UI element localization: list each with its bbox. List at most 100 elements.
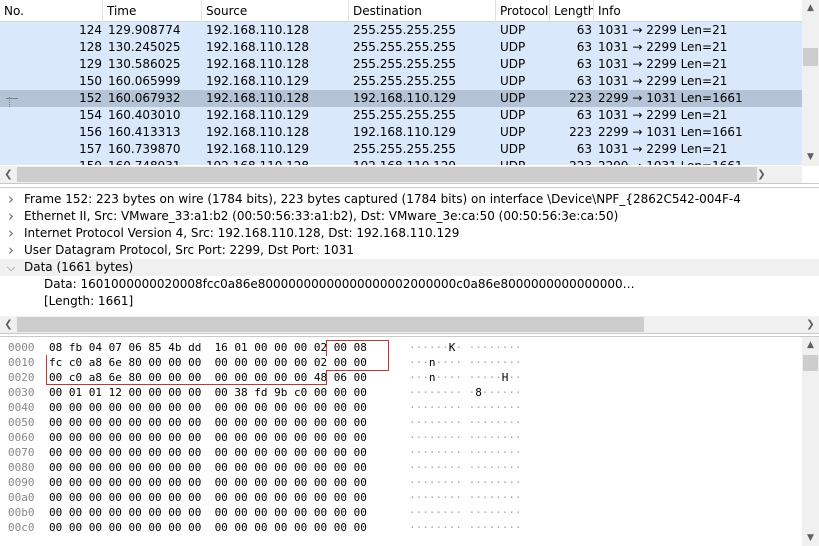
row-time: 160.413313 [108,125,181,139]
scroll-down-icon[interactable]: ▼ [802,149,819,166]
column-header-source[interactable]: Source [202,0,349,22]
column-header-destination[interactable]: Destination [349,0,496,22]
column-header-info[interactable]: Info [594,0,802,22]
scrollbar-thumb[interactable] [17,317,644,332]
scroll-right-icon[interactable]: ❯ [802,316,819,333]
packet-row[interactable]: 157 160.739870 192.168.110.129 255.255.255.… [0,141,802,158]
row-info: 2299 → 1031 Len=1661 [598,91,743,105]
packet-list-vscrollbar[interactable]: ▲ ▼ [802,0,819,166]
scroll-down-icon[interactable]: ▼ [802,530,819,546]
hex-bytes[interactable]: 00 00 00 00 00 00 00 00 00 00 00 00 00 0… [49,505,367,520]
row-time: 129.908774 [108,23,181,37]
row-time: 130.586025 [108,57,181,71]
bytes-vscrollbar[interactable]: ▲ ▼ [802,337,819,546]
detail-tree-row[interactable]: Data: 1601000000020008fcc0a86e8000000000… [0,276,819,293]
hex-bytes[interactable]: 00 00 00 00 00 00 00 00 00 00 00 00 00 0… [49,430,367,445]
packet-row[interactable]: 152 160.067932 192.168.110.128 192.168.110.… [0,90,802,157]
detail-tree-row[interactable]: [Length: 1661] [0,293,819,310]
hex-ascii[interactable]: ········ ········ [409,430,522,445]
packet-row[interactable]: 154 160.403010 192.168.110.129 255.255.255.… [0,107,802,124]
chevron-right-icon[interactable]: › [5,191,17,208]
row-length: 223 [569,125,592,139]
packet-row[interactable]: 124 129.908774 192.168.110.128 255.255.255.… [0,22,802,39]
detail-tree-row[interactable]: › Frame 152: 223 bytes on wire (1784 bits… [0,191,819,208]
packet-list-hscrollbar[interactable]: ❮ ❯ [0,166,802,183]
row-info: 1031 → 2299 Len=21 [598,23,728,37]
selected-bytes-outline [326,340,389,356]
hex-ascii[interactable]: ········ ········ [409,415,522,430]
hex-offset: 00a0 [8,491,35,504]
chevron-down-icon[interactable]: ⌵ [5,259,17,276]
column-header-no[interactable]: No. [0,0,103,22]
hex-ascii[interactable]: ········ ········ [409,460,522,475]
hex-bytes[interactable]: 00 01 01 12 00 00 00 00 00 38 fd 9b c0 0… [49,385,367,400]
hex-ascii[interactable]: ···n···· ·····H·· [409,370,522,385]
row-source: 192.168.110.129 [206,108,310,122]
row-info: 1031 → 2299 Len=21 [598,142,728,156]
row-length: 223 [569,91,592,105]
row-destination: 255.255.255.255 [353,23,457,37]
detail-tree-row[interactable]: › Ethernet II, Src: VMware_33:a1:b2 (00:5… [0,208,819,225]
detail-tree-row[interactable]: › User Datagram Protocol, Src Port: 2299,… [0,242,819,259]
scrollbar-thumb[interactable] [803,355,818,371]
hex-ascii[interactable]: ········ ········ [409,490,522,505]
hex-bytes[interactable]: 00 00 00 00 00 00 00 00 00 00 00 00 00 0… [49,400,367,415]
chevron-right-icon[interactable]: › [5,208,17,225]
hex-offset: 0010 [8,356,35,369]
row-source: 192.168.110.129 [206,142,310,156]
row-protocol: UDP [500,125,526,139]
packet-bytes-pane: 0000 08 fb 04 07 06 85 4b dd 16 01 00 00 … [0,336,819,546]
row-source: 192.168.110.128 [206,125,310,139]
hex-bytes[interactable]: 00 00 00 00 00 00 00 00 00 00 00 00 00 0… [49,460,367,475]
hex-ascii[interactable]: ········ ········ [409,400,522,415]
row-destination: 255.255.255.255 [353,74,457,88]
packet-row[interactable]: 129 130.586025 192.168.110.128 255.255.255.… [0,56,802,73]
scrollbar-thumb[interactable] [803,48,818,66]
hex-bytes[interactable]: 00 00 00 00 00 00 00 00 00 00 00 00 00 0… [49,475,367,490]
hex-bytes[interactable]: 00 00 00 00 00 00 00 00 00 00 00 00 00 0… [49,445,367,460]
chevron-right-icon[interactable]: › [5,242,17,259]
packet-row[interactable]: 156 160.413313 192.168.110.128 192.168.110.… [0,124,802,141]
hex-ascii[interactable]: ········ ·8······ [409,385,522,400]
row-protocol: UDP [500,40,526,54]
hex-bytes[interactable]: 00 00 00 00 00 00 00 00 00 00 00 00 00 0… [49,415,367,430]
hex-ascii[interactable]: ······K· ········ [409,340,522,355]
row-no: 129 [79,57,102,71]
packet-row[interactable]: 159 160.748931 192.168.110.128 192.168.110.… [0,158,802,165]
hex-ascii[interactable]: ········ ········ [409,505,522,520]
detail-tree-row[interactable]: › Internet Protocol Version 4, Src: 192.1… [0,225,819,242]
hex-ascii[interactable]: ········ ········ [409,475,522,490]
hex-offset: 0040 [8,401,35,414]
selected-bytes-outline [326,355,389,371]
scroll-right-icon[interactable]: ❯ [753,166,770,183]
row-time: 130.245025 [108,40,181,54]
scroll-up-icon[interactable]: ▲ [802,0,819,17]
scroll-up-icon[interactable]: ▲ [802,337,819,354]
row-destination: 255.255.255.255 [353,57,457,71]
hex-bytes[interactable]: 00 00 00 00 00 00 00 00 00 00 00 00 00 0… [49,490,367,505]
column-header-length[interactable]: Length [550,0,594,22]
row-no: 157 [79,142,102,156]
detail-tree-row[interactable]: ⌵ Data (1661 bytes) [0,259,819,276]
row-time: 160.748931 [107,158,202,165]
row-protocol: UDP [500,57,526,71]
hex-ascii[interactable]: ········ ········ [409,520,522,535]
scrollbar-thumb[interactable] [17,167,757,182]
scroll-left-icon[interactable]: ❮ [0,166,17,183]
packet-row[interactable]: 128 130.245025 192.168.110.128 255.255.255.… [0,39,802,56]
details-hscrollbar[interactable]: ❮ ❯ [0,316,819,333]
packet-row[interactable]: 150 160.065999 192.168.110.129 255.255.255.… [0,73,802,90]
row-length: 63 [576,108,592,122]
row-time: 160.403010 [108,108,181,122]
hex-bytes[interactable]: 00 00 00 00 00 00 00 00 00 00 00 00 00 0… [49,520,367,535]
hex-bytes[interactable]: 08 fb 04 07 06 85 4b dd 16 01 00 00 00 0… [49,340,367,355]
chevron-right-icon[interactable]: › [5,225,17,242]
column-header-protocol[interactable]: Protocol [496,0,550,22]
hex-ascii[interactable]: ···n···· ········ [409,355,522,370]
scroll-left-icon[interactable]: ❮ [0,316,17,333]
hex-ascii[interactable]: ········ ········ [409,445,522,460]
row-source: 192.168.110.128 [206,91,310,105]
row-source: 192.168.110.128 [206,158,349,165]
column-header-time[interactable]: Time [103,0,202,22]
detail-text: [Length: 1661] [44,294,134,308]
